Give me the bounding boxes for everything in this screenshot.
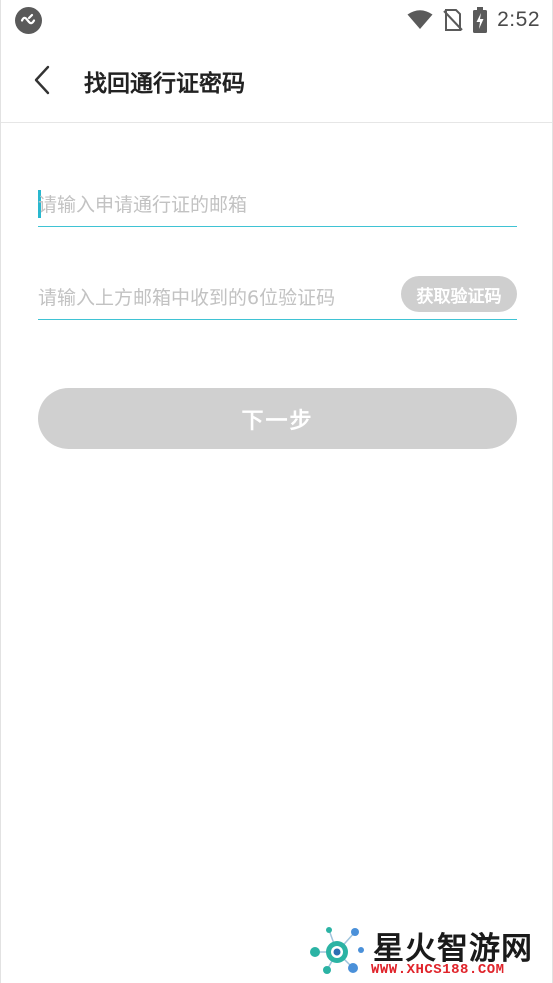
battery-charging-icon (473, 7, 488, 33)
status-icons: 2:52 (407, 5, 540, 35)
chevron-left-icon (34, 65, 50, 95)
status-bar: 2:52 (1, 0, 552, 40)
verification-code-input[interactable] (38, 281, 388, 315)
code-field-container: 获取验证码 (38, 272, 517, 320)
back-button[interactable] (25, 60, 61, 100)
watermark-url: WWW.XHCS188.COM (371, 962, 505, 978)
watermark-logo-icon (310, 927, 364, 974)
next-step-button[interactable]: 下一步 (38, 388, 517, 449)
app-header: 找回通行证密码 (1, 40, 552, 123)
email-field-container (38, 180, 517, 227)
watermark: 星火智游网 WWW.XHCS188.COM (301, 920, 552, 983)
app-notification-icon (15, 7, 42, 34)
wifi-icon (407, 10, 433, 30)
no-sim-icon (443, 8, 463, 32)
get-code-button[interactable]: 获取验证码 (401, 276, 517, 312)
email-input[interactable] (38, 188, 517, 222)
clock: 2:52 (497, 8, 540, 31)
page-title: 找回通行证密码 (84, 71, 245, 97)
screen: 2:52 找回通行证密码 获取验证码 下一步 (0, 0, 553, 983)
